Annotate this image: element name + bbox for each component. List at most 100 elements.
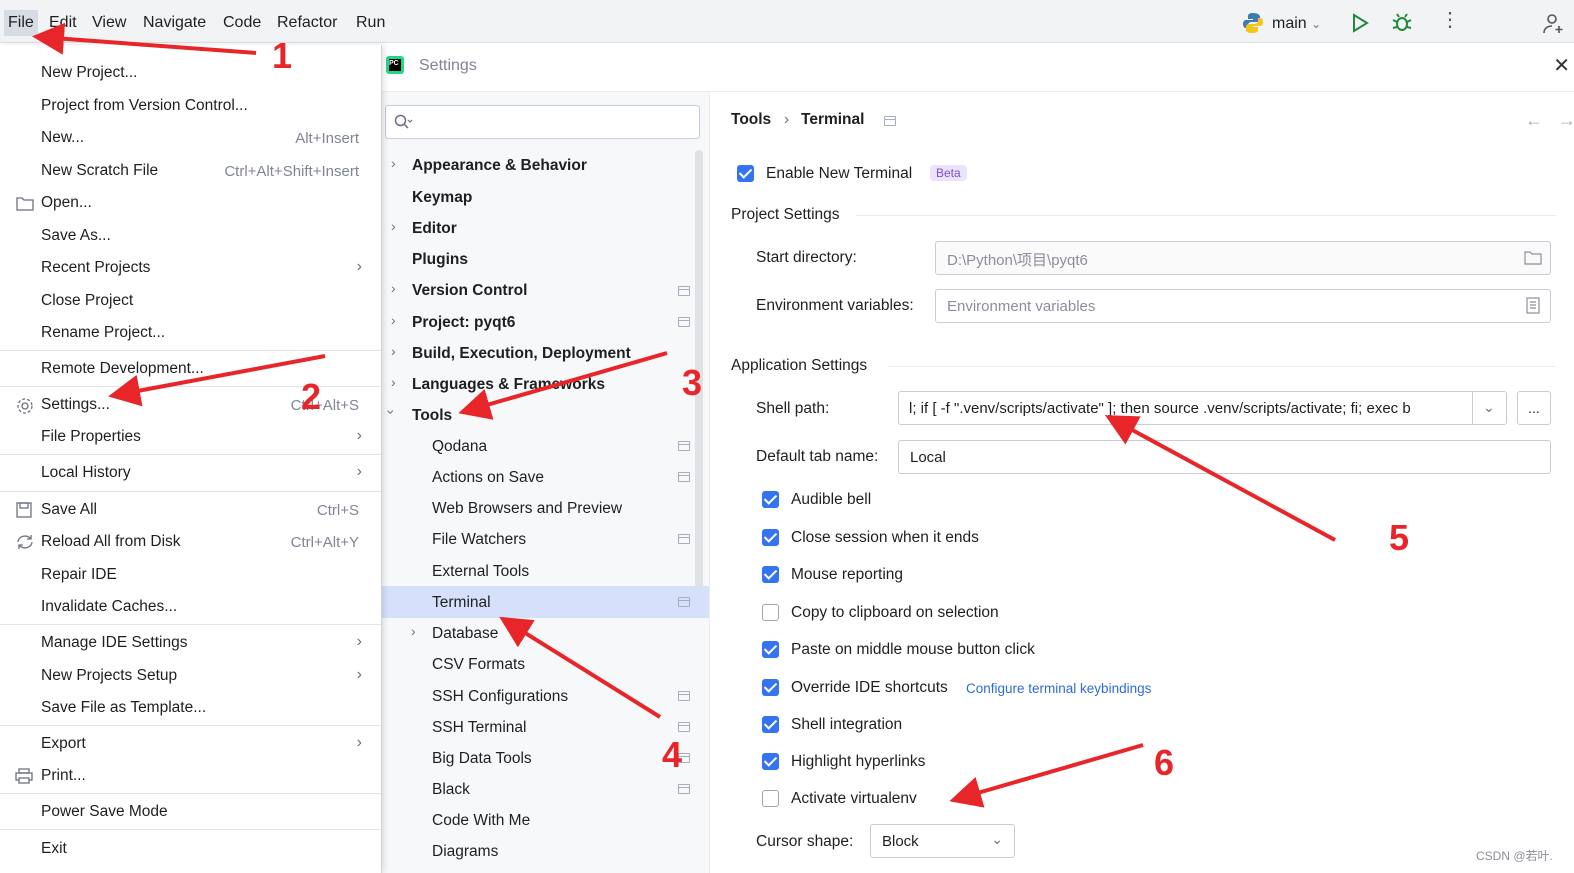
shell-integration-checkbox[interactable] — [762, 716, 779, 733]
tree-item-black[interactable]: Black — [432, 781, 470, 799]
menu-file[interactable]: File — [4, 10, 38, 36]
chevron-right-icon[interactable]: › — [411, 623, 416, 639]
shell-path-combobox[interactable]: l; if [ -f ".venv/scripts/activate" ]; t… — [898, 391, 1507, 425]
gear-icon — [17, 398, 33, 414]
menu-print[interactable]: Print... — [0, 763, 381, 791]
debug-icon[interactable] — [1391, 12, 1413, 38]
close-icon[interactable]: ✕ — [1553, 53, 1570, 78]
chevron-right-icon[interactable]: › — [391, 280, 396, 296]
tree-item-ssh-terminal[interactable]: SSH Terminal — [432, 719, 526, 737]
chevron-right-icon[interactable]: › — [391, 218, 396, 234]
copy-on-selection-checkbox[interactable] — [762, 604, 779, 621]
tree-item-tools[interactable]: Tools — [412, 407, 452, 425]
tree-item-build[interactable]: Build, Execution, Deployment — [412, 345, 631, 363]
menu-export[interactable]: Export › — [0, 731, 381, 759]
tree-item-csv-formats[interactable]: CSV Formats — [432, 656, 525, 674]
chevron-right-icon[interactable]: › — [391, 312, 396, 328]
tree-item-appearance[interactable]: Appearance & Behavior — [412, 157, 587, 175]
menu-new-project[interactable]: New Project... — [0, 60, 381, 88]
forward-arrow-icon[interactable]: → — [1558, 110, 1574, 131]
save-icon — [16, 502, 32, 518]
menu-local-history[interactable]: Local History › — [0, 460, 381, 488]
start-directory-field[interactable]: D:\Python\项目\pyqt6 — [935, 241, 1551, 275]
menu-edit[interactable]: Edit — [49, 14, 77, 32]
menu-project-from-vcs[interactable]: Project from Version Control... — [0, 93, 381, 121]
tree-item-terminal[interactable]: Terminal — [432, 594, 491, 612]
more-actions-icon[interactable]: ⋮ — [1440, 10, 1460, 30]
close-session-checkbox[interactable] — [762, 529, 779, 546]
menu-navigate[interactable]: Navigate — [143, 14, 206, 32]
menu-reload-all[interactable]: Reload All from Disk Ctrl+Alt+Y — [0, 529, 381, 557]
tree-item-plugins[interactable]: Plugins — [412, 251, 468, 269]
tree-item-code-with-me[interactable]: Code With Me — [432, 812, 530, 830]
menu-remote-development[interactable]: Remote Development... — [0, 356, 381, 384]
cursor-shape-select[interactable]: Block ⌄ — [870, 824, 1015, 858]
settings-search-input[interactable] — [385, 105, 700, 139]
menu-save-all[interactable]: Save All Ctrl+S — [0, 497, 381, 525]
menu-save-as[interactable]: Save As... — [0, 223, 381, 251]
activate-virtualenv-checkbox[interactable] — [762, 790, 779, 807]
menu-invalidate-caches[interactable]: Invalidate Caches... — [0, 594, 381, 622]
tree-item-external-tools[interactable]: External Tools — [432, 563, 529, 581]
tree-item-editor[interactable]: Editor — [412, 220, 457, 238]
tree-item-project[interactable]: Project: pyqt6 — [412, 314, 515, 332]
menu-view[interactable]: View — [92, 14, 126, 32]
back-arrow-icon[interactable]: ← — [1525, 110, 1543, 131]
chevron-right-icon[interactable]: › — [391, 343, 396, 359]
menu-repair-ide[interactable]: Repair IDE — [0, 562, 381, 590]
menu-manage-ide-settings[interactable]: Manage IDE Settings › — [0, 630, 381, 658]
tree-item-database[interactable]: Database — [432, 625, 498, 643]
chevron-right-icon[interactable]: › — [391, 155, 396, 171]
env-variables-field[interactable]: Environment variables — [935, 289, 1551, 323]
breadcrumb-parent[interactable]: Tools — [731, 111, 771, 129]
configure-keybindings-link[interactable]: Configure terminal keybindings — [966, 681, 1151, 696]
default-tab-name-field[interactable]: Local — [898, 440, 1551, 474]
menu-run[interactable]: Run — [356, 14, 385, 32]
enable-new-terminal-checkbox[interactable] — [737, 165, 754, 182]
project-settings-heading: Project Settings — [731, 206, 840, 223]
cursor-shape-value: Block — [882, 833, 919, 850]
main-toolbar: File Edit View Navigate Code Refactor Ru… — [0, 0, 1574, 43]
menu-open[interactable]: Open... — [0, 190, 381, 218]
tree-item-version-control[interactable]: Version Control — [412, 282, 527, 300]
menu-rename-project[interactable]: Rename Project... — [0, 320, 381, 348]
highlight-hyperlinks-checkbox[interactable] — [762, 753, 779, 770]
menu-separator — [0, 829, 381, 830]
mouse-reporting-checkbox[interactable] — [762, 566, 779, 583]
menu-file-properties[interactable]: File Properties › — [0, 424, 381, 452]
chevron-right-icon[interactable]: › — [391, 374, 396, 390]
tree-item-diagrams[interactable]: Diagrams — [432, 843, 498, 861]
mouse-reporting-label: Mouse reporting — [791, 566, 904, 583]
branch-selector[interactable]: main ⌄ — [1272, 15, 1321, 33]
run-icon[interactable] — [1350, 13, 1370, 37]
tree-item-actions-on-save[interactable]: Actions on Save — [432, 469, 544, 487]
shell-path-dropdown[interactable]: ⌄ — [1472, 392, 1506, 424]
tree-item-big-data-tools[interactable]: Big Data Tools — [432, 750, 532, 768]
menu-refactor[interactable]: Refactor — [277, 14, 337, 32]
tree-item-ssh-configurations[interactable]: SSH Configurations — [432, 688, 568, 706]
tree-item-keymap[interactable]: Keymap — [412, 189, 472, 207]
tree-item-file-watchers[interactable]: File Watchers — [432, 531, 526, 549]
tree-item-languages[interactable]: Languages & Frameworks — [412, 376, 605, 394]
menu-save-file-as-template[interactable]: Save File as Template... — [0, 695, 381, 723]
add-user-icon[interactable] — [1542, 12, 1566, 40]
menu-exit[interactable]: Exit — [0, 836, 381, 864]
folder-icon[interactable] — [1524, 250, 1542, 265]
menu-recent-projects[interactable]: Recent Projects › — [0, 255, 381, 283]
menu-settings[interactable]: Settings... Ctrl+Alt+S — [0, 392, 381, 420]
menu-power-save-mode[interactable]: Power Save Mode — [0, 799, 381, 827]
chevron-down-icon[interactable]: › — [383, 410, 399, 415]
override-shortcuts-checkbox[interactable] — [762, 679, 779, 696]
edit-list-icon[interactable] — [1526, 297, 1540, 314]
menu-new-scratch-file[interactable]: New Scratch File Ctrl+Alt+Shift+Insert — [0, 158, 381, 186]
shell-path-browse-button[interactable]: ... — [1517, 391, 1551, 425]
project-scope-icon — [884, 116, 896, 126]
menu-close-project[interactable]: Close Project — [0, 288, 381, 316]
tree-item-qodana[interactable]: Qodana — [432, 438, 487, 456]
tree-item-web-browsers[interactable]: Web Browsers and Preview — [432, 500, 622, 518]
paste-middle-click-checkbox[interactable] — [762, 641, 779, 658]
audible-bell-checkbox[interactable] — [762, 491, 779, 508]
menu-code[interactable]: Code — [223, 14, 261, 32]
menu-new[interactable]: New... Alt+Insert — [0, 125, 381, 153]
menu-new-projects-setup[interactable]: New Projects Setup › — [0, 663, 381, 691]
